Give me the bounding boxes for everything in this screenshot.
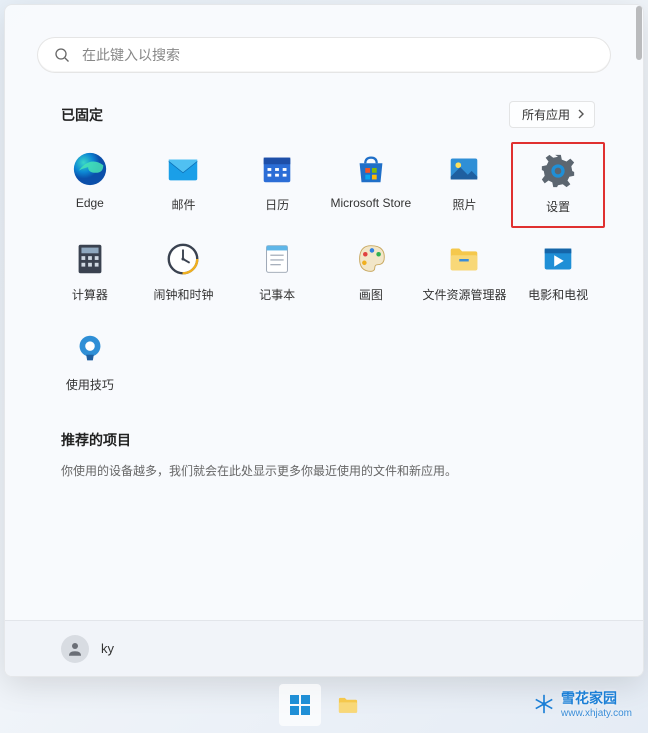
app-tile-notepad[interactable]: 记事本 [230,232,324,318]
snowflake-icon [533,693,555,715]
calendar-icon [258,150,296,188]
app-tile-tips[interactable]: 使用技巧 [43,322,137,408]
app-tile-movies[interactable]: 电影和电视 [511,232,605,318]
explorer-icon [445,240,483,278]
watermark-url: www.xhjaty.com [561,708,632,719]
app-tile-calendar[interactable]: 日历 [230,142,324,228]
mail-icon [164,150,202,188]
taskbar-explorer-button[interactable] [327,684,369,726]
avatar-icon [61,635,89,663]
app-tile-clock[interactable]: 闹钟和时钟 [137,232,231,318]
pinned-title: 已固定 [61,105,103,125]
scrollbar-track[interactable] [636,6,642,671]
app-label: 画图 [359,286,383,303]
pinned-header: 已固定 所有应用 [5,101,643,128]
app-tile-photos[interactable]: 照片 [418,142,512,228]
app-label: Edge [76,196,104,210]
start-menu-footer: ky [5,620,643,676]
all-apps-button[interactable]: 所有应用 [509,101,595,128]
app-label: 邮件 [171,196,195,213]
app-tile-settings[interactable]: 设置 [511,142,605,228]
notepad-icon [258,240,296,278]
app-tile-explorer[interactable]: 文件资源管理器 [418,232,512,318]
watermark-title: 雪花家园 [561,690,617,706]
app-label: 文件资源管理器 [422,286,506,303]
app-tile-edge[interactable]: Edge [43,142,137,228]
recommended-text: 你使用的设备越多，我们就会在此处显示更多你最近使用的文件和新应用。 [61,462,587,481]
chevron-right-icon [576,108,586,122]
app-tile-store[interactable]: Microsoft Store [324,142,418,228]
search-bar[interactable] [37,37,611,73]
store-icon [352,150,390,188]
recommended-section: 推荐的项目 你使用的设备越多，我们就会在此处显示更多你最近使用的文件和新应用。 [5,408,643,481]
scrollbar-thumb[interactable] [636,6,642,60]
search-input[interactable] [82,47,594,63]
photos-icon [445,150,483,188]
movies-icon [539,240,577,278]
settings-icon [539,152,577,190]
app-label: 计算器 [72,286,108,303]
user-account-button[interactable]: ky [61,635,114,663]
app-tile-mail[interactable]: 邮件 [137,142,231,228]
edge-icon [71,150,109,188]
app-tile-calculator[interactable]: 计算器 [43,232,137,318]
app-label: 照片 [452,196,476,213]
app-label: 电影和电视 [528,286,588,303]
clock-icon [164,240,202,278]
calculator-icon [71,240,109,278]
all-apps-label: 所有应用 [522,106,570,123]
start-menu-panel: 已固定 所有应用 Edge [4,4,644,677]
app-label: 日历 [265,196,289,213]
app-label: 闹钟和时钟 [153,286,213,303]
watermark: 雪花家园 www.xhjaty.com [533,688,632,719]
search-icon [54,47,70,63]
app-label: 设置 [546,198,570,215]
taskbar-start-button[interactable] [279,684,321,726]
app-label: 记事本 [259,286,295,303]
paint-icon [352,240,390,278]
pinned-apps-grid: Edge 邮件 日历 [5,142,643,408]
app-tile-paint[interactable]: 画图 [324,232,418,318]
tips-icon [71,330,109,368]
recommended-title: 推荐的项目 [61,430,587,450]
app-label: Microsoft Store [330,196,411,210]
app-label: 使用技巧 [66,376,114,393]
user-name-label: ky [101,641,114,656]
